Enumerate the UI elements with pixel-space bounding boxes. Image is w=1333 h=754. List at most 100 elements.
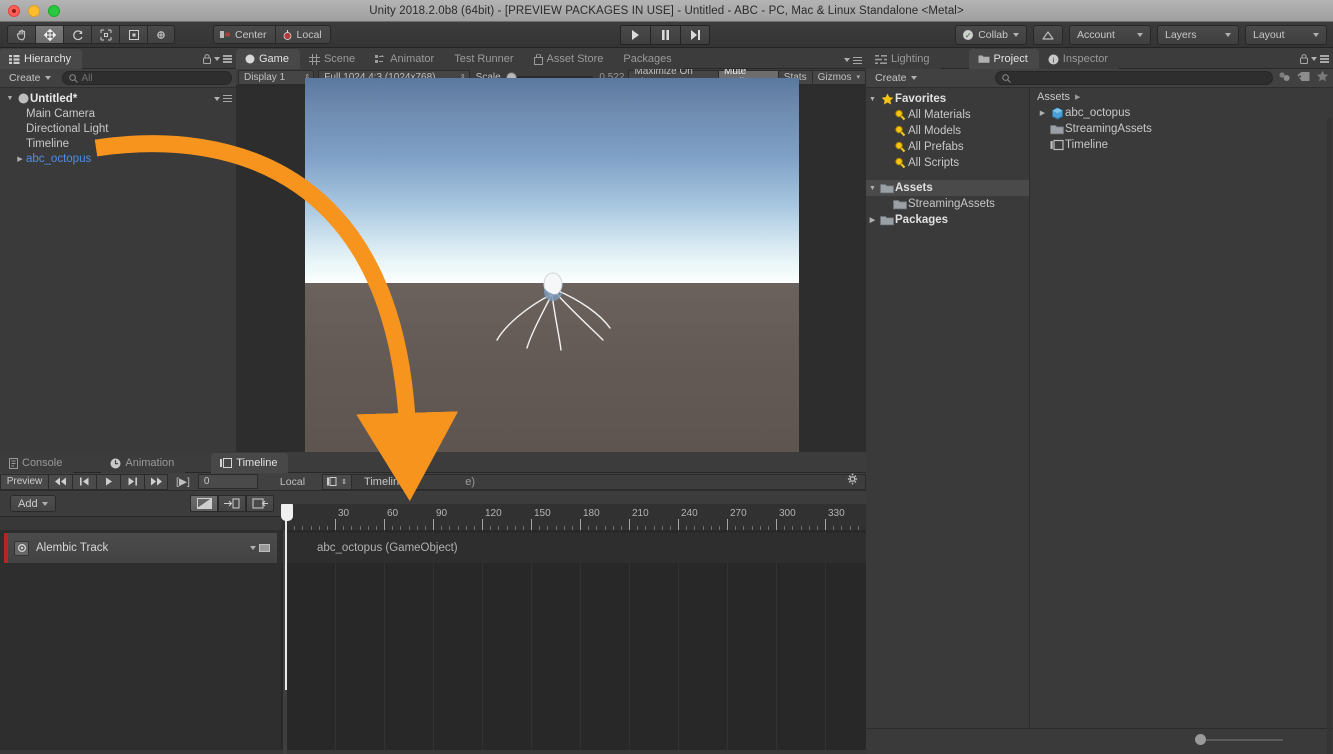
hierarchy-row-main-camera[interactable]: Main Camera xyxy=(0,106,236,121)
tab-lighting[interactable]: Lighting xyxy=(866,49,941,69)
hierarchy-row-scene[interactable]: ▼ Untitled* xyxy=(0,91,236,106)
hierarchy-tab-actions[interactable] xyxy=(203,54,232,64)
play-button[interactable] xyxy=(620,25,650,45)
project-tree-label: Assets xyxy=(895,182,933,194)
project-tree-row-all-models[interactable]: All Models xyxy=(866,123,1029,139)
track-lock-icon[interactable] xyxy=(259,544,270,552)
asset-row-abc-octopus[interactable]: ▶ abc_octopus xyxy=(1030,105,1333,121)
preview-button[interactable]: Preview xyxy=(0,474,48,490)
asset-row-timeline[interactable]: Timeline xyxy=(1030,137,1333,153)
last-frame-button[interactable] xyxy=(144,474,168,490)
insert-mode-icon[interactable] xyxy=(218,495,246,512)
layout-button[interactable]: Layout xyxy=(1245,25,1327,45)
breadcrumb[interactable]: Assets ▶ xyxy=(1030,88,1333,105)
timeline-play-button[interactable] xyxy=(96,474,120,490)
expand-arrow-icon[interactable]: ▼ xyxy=(866,96,879,103)
expand-arrow-icon[interactable]: ▼ xyxy=(866,185,879,192)
menu-icon[interactable] xyxy=(1320,55,1329,63)
ruler-label: 300 xyxy=(779,508,796,519)
play-range-label[interactable]: [▶] xyxy=(168,476,198,488)
curves-toggle-icon[interactable] xyxy=(190,495,218,512)
gear-icon[interactable] xyxy=(846,473,859,491)
expand-arrow-icon[interactable]: ▼ xyxy=(4,95,16,102)
hierarchy-search-input[interactable]: All xyxy=(62,71,232,85)
first-frame-button[interactable] xyxy=(48,474,72,490)
timeline-playhead[interactable] xyxy=(281,504,293,690)
expand-arrow-icon[interactable]: ▶ xyxy=(14,155,26,163)
tab-timeline[interactable]: Timeline xyxy=(211,453,288,473)
game-render-area[interactable] xyxy=(305,78,799,452)
menu-icon[interactable] xyxy=(223,95,232,103)
hierarchy-create-button[interactable]: Create xyxy=(4,71,56,86)
track-header-alembic[interactable]: Alembic Track xyxy=(4,533,277,563)
menu-icon[interactable] xyxy=(853,57,862,65)
project-tree-row-assets[interactable]: ▼ Assets xyxy=(866,180,1029,196)
timeline-ruler[interactable]: 306090120150180210240270300330 xyxy=(281,504,866,530)
tab-project[interactable]: Project xyxy=(969,49,1039,69)
handle-mode-button[interactable]: Local xyxy=(275,25,331,44)
menu-icon[interactable] xyxy=(223,55,232,63)
gizmos-dropdown[interactable]: Gizmos ▾ xyxy=(812,70,866,85)
scale-tool-icon[interactable] xyxy=(91,25,119,44)
tab-animation[interactable]: Animation xyxy=(101,453,185,473)
game-view-tab-actions[interactable] xyxy=(844,57,862,65)
next-frame-button[interactable] xyxy=(120,474,144,490)
pivot-mode-button[interactable]: Center xyxy=(213,25,275,44)
tab-asset-store[interactable]: Asset Store xyxy=(525,49,615,69)
tab-console[interactable]: Console xyxy=(0,453,73,473)
rect-tool-icon[interactable] xyxy=(119,25,147,44)
icon-size-slider-knob[interactable] xyxy=(1195,734,1206,745)
project-vertical-scrollbar[interactable] xyxy=(1327,118,1332,754)
timeline-breadcrumb-asset[interactable]: Timeline xyxy=(352,476,405,488)
tab-hierarchy[interactable]: Hierarchy xyxy=(0,49,82,69)
project-tree-row-all-prefabs[interactable]: All Prefabs xyxy=(866,139,1029,155)
local-mode-label[interactable]: Local xyxy=(258,476,313,488)
project-tree-row-all-scripts[interactable]: All Scripts xyxy=(866,155,1029,171)
display-dropdown[interactable]: Display 1 ⇕ xyxy=(238,70,314,85)
clip-row-alembic[interactable]: abc_octopus (GameObject) xyxy=(281,533,866,563)
label-filter-icon[interactable] xyxy=(1297,69,1310,87)
asset-row-streamingassets[interactable]: StreamingAssets xyxy=(1030,121,1333,137)
track-menu[interactable] xyxy=(250,544,270,552)
tab-game[interactable]: Game xyxy=(236,49,300,69)
playhead-handle[interactable] xyxy=(281,504,293,521)
hand-tool-icon[interactable] xyxy=(7,25,35,44)
project-tree-row-streamingassets[interactable]: StreamingAssets xyxy=(866,196,1029,212)
move-tool-icon[interactable] xyxy=(35,25,63,44)
hierarchy-row-timeline[interactable]: Timeline xyxy=(0,136,236,151)
layers-button[interactable]: Layers xyxy=(1157,25,1239,45)
marker-toggle-icon[interactable] xyxy=(246,495,274,512)
project-tree-row-packages[interactable]: ▶ Packages xyxy=(866,212,1029,228)
project-tree-row-favorites[interactable]: ▼ Favorites xyxy=(866,91,1029,107)
favorite-filter-icon[interactable] xyxy=(1316,69,1329,87)
timeline-clip-area[interactable]: abc_octopus (GameObject) xyxy=(281,530,866,750)
account-button[interactable]: Account xyxy=(1069,25,1151,45)
asset-type-filter-icon[interactable] xyxy=(1278,69,1291,87)
rotate-tool-icon[interactable] xyxy=(63,25,91,44)
frame-input[interactable]: 0 xyxy=(198,474,258,489)
hierarchy-item-label: Directional Light xyxy=(26,123,108,135)
expand-arrow-icon[interactable]: ▶ xyxy=(1036,109,1049,117)
project-tab-actions[interactable] xyxy=(1300,54,1329,64)
project-tree-row-all-materials[interactable]: All Materials xyxy=(866,107,1029,123)
cloud-services-button[interactable] xyxy=(1033,25,1063,45)
icon-size-slider[interactable] xyxy=(1203,739,1283,741)
hierarchy-row-abc-octopus[interactable]: ▶ abc_octopus xyxy=(0,151,236,166)
pause-button[interactable] xyxy=(650,25,680,45)
tab-animator[interactable]: Animator xyxy=(366,49,445,69)
tab-test-runner[interactable]: Test Runner xyxy=(445,49,524,69)
step-button[interactable] xyxy=(680,25,710,45)
scene-context-menu[interactable] xyxy=(214,95,232,103)
project-create-button[interactable]: Create xyxy=(870,71,922,86)
prev-frame-button[interactable] xyxy=(72,474,96,490)
transform-tool-icon[interactable] xyxy=(147,25,175,44)
hierarchy-row-directional-light[interactable]: Directional Light xyxy=(0,121,236,136)
add-track-button[interactable]: Add xyxy=(10,495,56,512)
tab-inspector[interactable]: i Inspector xyxy=(1039,49,1119,69)
tab-scene[interactable]: Scene xyxy=(300,49,366,69)
timeline-asset-selector[interactable]: ⇕ xyxy=(322,474,352,490)
expand-arrow-icon[interactable]: ▶ xyxy=(866,216,879,224)
collab-button[interactable]: ✓ Collab xyxy=(955,25,1027,45)
project-search-input[interactable] xyxy=(995,71,1273,85)
tab-packages[interactable]: Packages xyxy=(614,49,682,69)
